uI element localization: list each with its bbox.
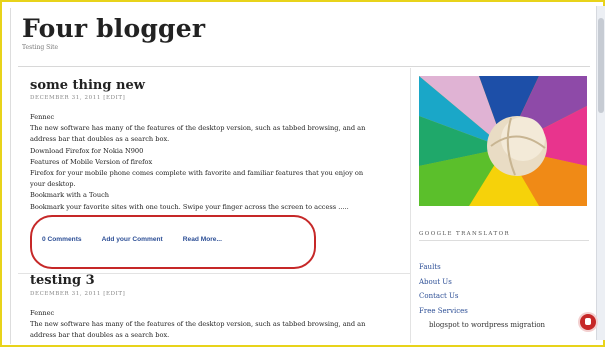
post-text-line: Firefox for your mobile phone comes comp…: [30, 169, 364, 178]
post-date: DECEMBER 31, 2011 [EDIT]: [30, 95, 126, 101]
sidebar-link[interactable]: About Us: [419, 275, 545, 290]
post-text-line: address bar that doubles as a search box…: [30, 135, 170, 144]
post-text-line: your desktop.: [30, 180, 76, 189]
comments-link[interactable]: 0 Comments: [42, 236, 82, 243]
post-title[interactable]: testing 3: [30, 273, 95, 288]
post-body: Fennec The new software has many of the …: [30, 112, 408, 213]
floating-badge-icon[interactable]: [580, 314, 596, 330]
post-text-line: Fennec: [30, 309, 55, 317]
sidebar-links: Faults About Us Contact Us Free Services…: [419, 260, 545, 333]
post-body: Fennec The new software has many of the …: [30, 308, 408, 342]
post-text-line: Features of Mobile Version of firefox: [30, 157, 153, 166]
scrollbar-thumb[interactable]: [598, 18, 604, 113]
sidebar: GOOGLE TRANSLATOR Faults About Us Contac…: [410, 68, 591, 343]
add-comment-link[interactable]: Add your Comment: [102, 236, 163, 243]
sidebar-link[interactable]: Faults: [419, 260, 545, 275]
sidebar-sublink[interactable]: blogspot to wordpress migration: [419, 318, 545, 333]
blog-tagline: Testing Site: [22, 44, 59, 51]
posts-column: some thing new DECEMBER 31, 2011 [EDIT] …: [18, 68, 410, 343]
post-actions: 0 Comments Add your Comment Read More...: [42, 236, 222, 243]
post-text-line: address bar that doubles as a search box…: [30, 331, 170, 340]
sidebar-photo: [419, 76, 587, 206]
post-text-line: Fennec: [30, 113, 55, 121]
sidebar-link[interactable]: Free Services: [419, 304, 545, 319]
vertical-scrollbar[interactable]: [596, 6, 605, 340]
post-title[interactable]: some thing new: [30, 78, 145, 93]
widget-divider: [419, 240, 589, 241]
post-text-line: Bookmark with a Touch: [30, 191, 110, 200]
read-more-link[interactable]: Read More...: [183, 236, 222, 243]
post-date: DECEMBER 31, 2011 [EDIT]: [30, 291, 126, 297]
blog-title[interactable]: Four blogger: [22, 14, 205, 43]
post-text-line: The new software has many of the feature…: [30, 124, 366, 133]
widget-title: GOOGLE TRANSLATOR: [419, 231, 511, 237]
sidebar-link[interactable]: Contact Us: [419, 289, 545, 304]
post-text-line: Download Firefox for Nokia N900: [30, 146, 144, 155]
post-text-line: Bookmark your favorite sites with one to…: [30, 202, 349, 211]
header-divider: [18, 66, 590, 67]
post-text-line: The new software has many of the feature…: [30, 320, 366, 329]
